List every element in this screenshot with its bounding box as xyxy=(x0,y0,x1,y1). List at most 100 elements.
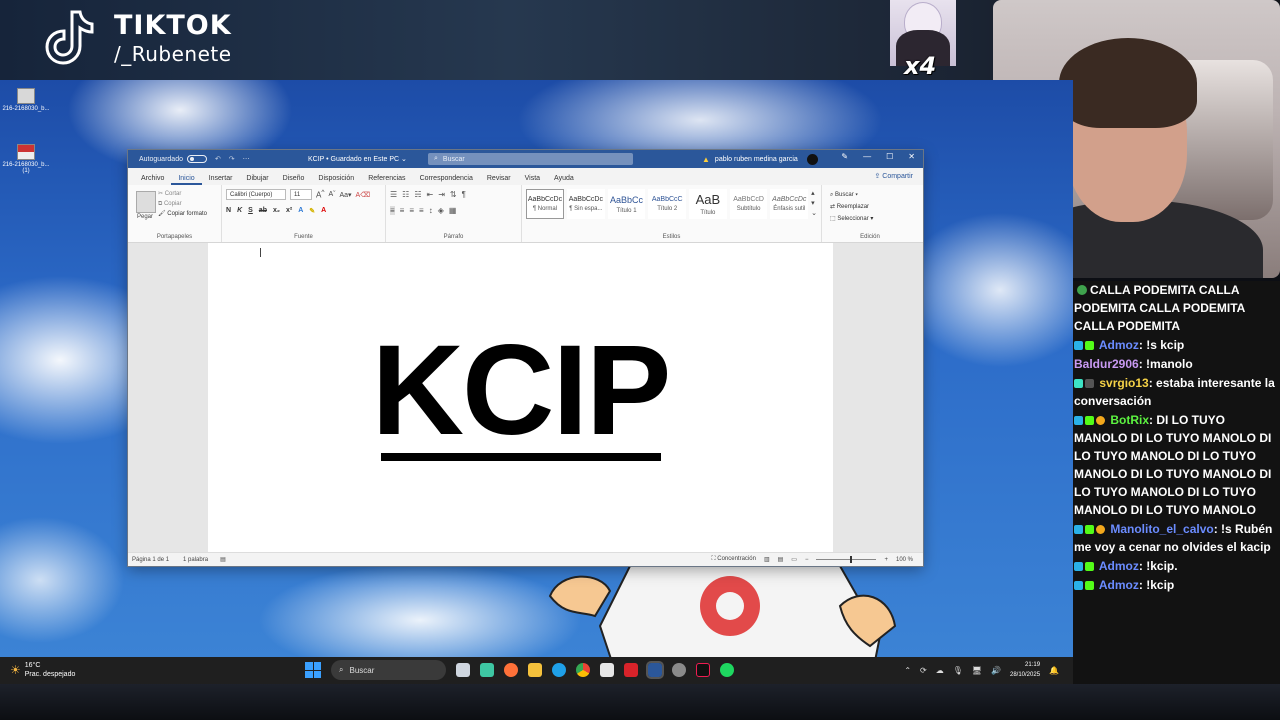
snipping-tool-icon[interactable] xyxy=(600,663,614,677)
desktop-icon-file-1[interactable]: 216-2168030_b... xyxy=(0,88,54,112)
autosave[interactable]: Autoguardado xyxy=(139,155,207,163)
network-icon[interactable]: 🖥 xyxy=(972,666,982,675)
style-normal[interactable]: AaBbCcDc ¶ Normal xyxy=(526,189,564,219)
widgets-app-icon[interactable] xyxy=(480,663,494,677)
styles-scroll-icon[interactable]: ▴ ▾ ⌄ xyxy=(811,189,817,219)
zoom-out-icon[interactable]: − xyxy=(805,557,809,563)
minimize-icon[interactable]: — xyxy=(863,152,871,161)
shading-icon[interactable]: ◈ xyxy=(438,206,444,215)
numbering-icon[interactable]: ☷ xyxy=(402,190,409,199)
user-account[interactable]: ▲ pablo ruben medina garcia xyxy=(702,154,818,165)
change-case-icon[interactable]: Aa▾ xyxy=(339,191,351,199)
firefox-icon[interactable] xyxy=(504,663,518,677)
font-color-icon[interactable]: A xyxy=(321,207,326,215)
increase-indent-icon[interactable]: ⇥ xyxy=(438,190,445,199)
style-subtitle[interactable]: AaBbCcD Subtítulo xyxy=(729,189,768,219)
select-button[interactable]: ⬚ Seleccionar ▾ xyxy=(830,213,914,225)
zoom-level[interactable]: 100 % xyxy=(896,557,913,563)
clock[interactable]: 21:19 28/10/2025 xyxy=(1010,660,1040,680)
tiktok-app-icon[interactable] xyxy=(696,663,710,677)
font-name-select[interactable]: Calibri (Cuerpo) xyxy=(226,189,286,200)
bullets-icon[interactable]: ☰ xyxy=(390,190,397,199)
document-title[interactable]: KCIP • Guardado en Este PC ⌄ xyxy=(308,155,407,163)
web-layout-icon[interactable]: ▭ xyxy=(791,556,797,563)
edge-icon[interactable] xyxy=(552,663,566,677)
align-right-icon[interactable]: ≡ xyxy=(409,206,414,215)
avatar[interactable] xyxy=(806,154,818,165)
zoom-in-icon[interactable]: + xyxy=(884,557,888,563)
pilcrow-icon[interactable]: ¶ xyxy=(462,190,466,199)
tab-referencias[interactable]: Referencias xyxy=(361,175,412,185)
tab-dibujar[interactable]: Dibujar xyxy=(239,175,275,185)
zoom-slider[interactable] xyxy=(816,556,877,563)
chat-username[interactable]: svrgio13 xyxy=(1099,376,1148,390)
print-layout-icon[interactable]: ▤ xyxy=(778,556,784,563)
desktop-icon-file-2[interactable]: 216-2168030_b... (1) xyxy=(0,144,54,174)
decrease-indent-icon[interactable]: ⇤ xyxy=(427,190,434,199)
focus-mode[interactable]: ⛶ Concentración xyxy=(711,556,756,563)
clear-format-icon[interactable]: A⌫ xyxy=(356,191,371,199)
weather-widget[interactable]: ☀ 16°C Prac. despejado xyxy=(10,661,75,679)
style-subtle-emphasis[interactable]: AaBbCcDc Énfasis sutil xyxy=(770,189,809,219)
superscript-button[interactable]: x² xyxy=(286,207,292,215)
pen-icon[interactable]: ✎ xyxy=(841,152,848,161)
justify-icon[interactable]: ≡ xyxy=(419,206,424,215)
font-size-select[interactable]: 11 xyxy=(290,189,312,200)
chat-username[interactable]: BotRix xyxy=(1110,413,1149,427)
sync-icon[interactable]: ⟳ xyxy=(920,666,927,675)
tab-vista[interactable]: Vista xyxy=(518,175,547,185)
cut-button[interactable]: ✂ Cortar xyxy=(158,189,207,199)
taskbar-search[interactable]: ⌕ Buscar xyxy=(331,660,446,680)
style-title[interactable]: AaB Título xyxy=(689,189,727,219)
share-button[interactable]: ⇪ Compartir xyxy=(874,172,913,180)
align-center-icon[interactable]: ≡ xyxy=(400,206,405,215)
tab-correspondencia[interactable]: Correspondencia xyxy=(413,175,480,185)
start-button[interactable] xyxy=(305,662,321,678)
spotify-icon[interactable] xyxy=(720,663,734,677)
word-search-input[interactable]: ⌕ Buscar xyxy=(428,153,633,165)
paste-icon[interactable] xyxy=(136,191,156,213)
proofing-icon[interactable]: ▤ xyxy=(220,556,226,563)
sort-icon[interactable]: ⇅ xyxy=(450,190,457,199)
word-app-icon[interactable] xyxy=(646,661,664,679)
highlight-icon[interactable]: ✎ xyxy=(309,207,315,215)
find-button[interactable]: ⌕ Buscar ▾ xyxy=(830,189,914,201)
shrink-font-icon[interactable]: Aˇ xyxy=(328,191,335,198)
subscript-button[interactable]: x₂ xyxy=(273,207,280,215)
chevron-up-icon[interactable]: ⌃ xyxy=(904,666,911,675)
strikethrough-button[interactable]: ab xyxy=(259,207,267,215)
autosave-toggle[interactable] xyxy=(186,155,207,163)
close-icon[interactable]: ✕ xyxy=(908,152,915,161)
bold-button[interactable]: N xyxy=(226,207,231,215)
document-page[interactable]: KCIP xyxy=(208,243,833,552)
chat-username[interactable]: Manolito_el_calvo xyxy=(1110,522,1213,536)
obs-icon[interactable] xyxy=(672,663,686,677)
maximize-icon[interactable]: ☐ xyxy=(886,152,893,161)
borders-icon[interactable]: ▦ xyxy=(449,206,457,215)
streaming-app-icon[interactable] xyxy=(624,663,638,677)
underline-button[interactable]: S xyxy=(248,207,253,215)
tab-insertar[interactable]: Insertar xyxy=(202,175,240,185)
line-spacing-icon[interactable]: ↕ xyxy=(429,206,433,215)
multilevel-list-icon[interactable]: ☵ xyxy=(414,190,421,199)
chrome-icon[interactable] xyxy=(576,663,590,677)
chat-username[interactable]: Baldur2906 xyxy=(1074,357,1139,371)
chat-username[interactable]: Admoz xyxy=(1099,559,1139,573)
italic-button[interactable]: K xyxy=(237,207,242,215)
grow-font-icon[interactable]: A^ xyxy=(316,189,324,200)
format-painter-button[interactable]: 🖌 Copiar formato xyxy=(158,209,207,219)
style-no-spacing[interactable]: AaBbCcDc ¶ Sin espa... xyxy=(567,189,605,219)
tab-archivo[interactable]: Archivo xyxy=(134,175,171,185)
tab-diseno[interactable]: Diseño xyxy=(276,175,312,185)
tab-disposicion[interactable]: Disposición xyxy=(311,175,361,185)
style-heading-2[interactable]: AaBbCcC Título 2 xyxy=(648,189,687,219)
task-view-icon[interactable] xyxy=(456,663,470,677)
tab-revisar[interactable]: Revisar xyxy=(480,175,518,185)
volume-icon[interactable]: 🔊 xyxy=(991,666,1001,675)
onedrive-icon[interactable]: ☁ xyxy=(936,666,944,675)
align-left-icon[interactable]: ≡ xyxy=(390,206,395,215)
style-heading-1[interactable]: AaBbCc Título 1 xyxy=(607,189,646,219)
tab-ayuda[interactable]: Ayuda xyxy=(547,175,581,185)
file-explorer-icon[interactable] xyxy=(528,663,542,677)
quick-access-icons[interactable]: ↶ ↷ ⋯ xyxy=(215,155,253,163)
